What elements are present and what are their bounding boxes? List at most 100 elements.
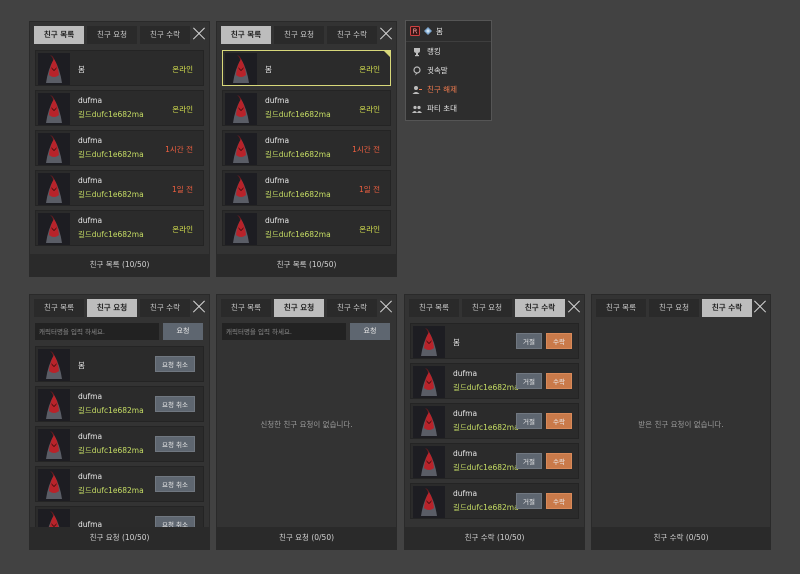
- tab-friend-list[interactable]: 친구 목록: [34, 26, 84, 44]
- friend-row[interactable]: dufma 길드dufc1e682ma 1일 전: [35, 170, 204, 206]
- menu-item-whisper[interactable]: 귓속말: [406, 61, 491, 80]
- friend-name: dufma: [78, 392, 103, 401]
- tab-friend-list[interactable]: 친구 목록: [221, 299, 271, 317]
- cancel-request-button[interactable]: 요청 취소: [155, 356, 195, 372]
- menu-item-ranking[interactable]: 랭킹: [406, 42, 491, 61]
- friend-name: 봄: [78, 361, 85, 370]
- reject-button[interactable]: 거절: [516, 493, 542, 509]
- friend-row[interactable]: dufma 길드dufc1e682ma 거절 수락: [410, 403, 579, 439]
- tab-friend-list[interactable]: 친구 목록: [596, 299, 646, 317]
- close-icon[interactable]: [192, 300, 206, 314]
- friend-row[interactable]: dufma 길드dufc1e682ma 온라인: [222, 90, 391, 126]
- accept-button[interactable]: 수락: [546, 413, 572, 429]
- close-icon[interactable]: [379, 300, 393, 314]
- menu-item-label: 귓속말: [427, 66, 448, 75]
- close-icon[interactable]: [567, 300, 581, 314]
- friend-row[interactable]: dufma 길드dufc1e682ma 1시간 전: [35, 130, 204, 166]
- character-name-input[interactable]: [222, 323, 346, 340]
- accept-button[interactable]: 수락: [546, 373, 572, 389]
- friend-row[interactable]: dufma 길드dufc1e682ma 1일 전: [222, 170, 391, 206]
- tab-friend-accept[interactable]: 친구 수락: [702, 299, 752, 317]
- tab-bar: 친구 목록 친구 요청 친구 수락: [221, 299, 377, 317]
- cancel-request-button[interactable]: 요청 취소: [155, 476, 195, 492]
- friend-row[interactable]: dufma 길드dufc1e682ma 요청 취소: [35, 466, 204, 502]
- friend-request-panel-empty: 친구 목록 친구 요청 친구 수락 요청 신청한 친구 요청이 없습니다. 친구…: [216, 294, 397, 550]
- online-status: 온라인: [172, 105, 193, 114]
- svg-text:R: R: [413, 28, 418, 36]
- friend-row[interactable]: dufma 길드dufc1e682ma 요청 취소: [35, 386, 204, 422]
- avatar: [38, 349, 70, 381]
- friend-row[interactable]: 봄 거절 수락: [410, 323, 579, 359]
- empty-message: 신청한 친구 요청이 없습니다.: [260, 420, 353, 429]
- reject-button[interactable]: 거절: [516, 453, 542, 469]
- friend-row[interactable]: dufma 길드dufc1e682ma 거절 수락: [410, 443, 579, 479]
- friend-row[interactable]: dufma 길드dufc1e682ma 요청 취소: [35, 426, 204, 462]
- cancel-request-button[interactable]: 요청 취소: [155, 436, 195, 452]
- tab-friend-accept[interactable]: 친구 수락: [515, 299, 565, 317]
- friend-row[interactable]: dufma 길드dufc1e682ma 거절 수락: [410, 483, 579, 519]
- friend-row[interactable]: dufma 길드dufc1e682ma 거절 수락: [410, 363, 579, 399]
- avatar: [38, 173, 70, 205]
- request-button[interactable]: 요청: [163, 323, 203, 340]
- character-name-input[interactable]: [35, 323, 159, 340]
- accept-button[interactable]: 수락: [546, 493, 572, 509]
- online-status: 온라인: [359, 65, 380, 74]
- friend-name: dufma: [453, 369, 478, 378]
- tab-friend-request[interactable]: 친구 요청: [87, 26, 137, 44]
- avatar: [413, 446, 445, 478]
- avatar: [38, 53, 70, 85]
- rank-icon: [423, 26, 433, 36]
- whisper-icon: [412, 65, 422, 76]
- close-icon[interactable]: [753, 300, 767, 314]
- tab-friend-accept[interactable]: 친구 수락: [140, 299, 190, 317]
- tab-friend-accept[interactable]: 친구 수락: [327, 299, 377, 317]
- tab-friend-request[interactable]: 친구 요청: [462, 299, 512, 317]
- avatar: [225, 133, 257, 165]
- reject-button[interactable]: 거절: [516, 333, 542, 349]
- friend-row[interactable]: 봄 요청 취소: [35, 346, 204, 382]
- friend-row[interactable]: dufma 길드dufc1e682ma 온라인: [35, 90, 204, 126]
- tab-friend-list[interactable]: 친구 목록: [221, 26, 271, 44]
- tab-friend-request[interactable]: 친구 요청: [274, 26, 324, 44]
- footer-count: 친구 수락 (0/50): [592, 527, 770, 549]
- cancel-request-button[interactable]: 요청 취소: [155, 396, 195, 412]
- tab-friend-accept[interactable]: 친구 수락: [327, 26, 377, 44]
- tab-friend-request[interactable]: 친구 요청: [649, 299, 699, 317]
- avatar: [225, 53, 257, 85]
- friend-row[interactable]: dufma 길드dufc1e682ma 온라인: [222, 210, 391, 246]
- menu-item-party-invite[interactable]: 파티 초대: [406, 99, 491, 118]
- guild-name: 길드dufc1e682ma: [453, 463, 519, 472]
- menu-item-remove-friend[interactable]: 친구 해제: [406, 80, 491, 99]
- guild-name: 길드dufc1e682ma: [78, 446, 144, 455]
- tab-friend-request[interactable]: 친구 요청: [87, 299, 137, 317]
- friend-row[interactable]: dufma 길드dufc1e682ma 온라인: [35, 210, 204, 246]
- reject-button[interactable]: 거절: [516, 413, 542, 429]
- online-status: 1시간 전: [352, 145, 380, 154]
- friend-row[interactable]: 봄 온라인: [35, 50, 204, 86]
- menu-item-label: 친구 해제: [427, 85, 457, 94]
- friend-request-panel: 친구 목록 친구 요청 친구 수락 요청 봄요청 취소dufma길드dufc1e…: [29, 294, 210, 550]
- friend-name: dufma: [265, 216, 290, 225]
- accept-button[interactable]: 수락: [546, 333, 572, 349]
- tab-friend-list[interactable]: 친구 목록: [409, 299, 459, 317]
- friend-row[interactable]: dufma 길드dufc1e682ma 1시간 전: [222, 130, 391, 166]
- accept-button[interactable]: 수락: [546, 453, 572, 469]
- friend-row[interactable]: 봄 온라인: [222, 50, 391, 86]
- guild-name: 길드dufc1e682ma: [265, 230, 331, 239]
- friend-list-panel-selected: 친구 목록 친구 요청 친구 수락 봄 온라인 dufma 길드dufc1e682ma…: [216, 21, 397, 277]
- request-button[interactable]: 요청: [350, 323, 390, 340]
- tab-bar: 친구 목록 친구 요청 친구 수락: [221, 26, 377, 44]
- friend-accept-panel: 친구 목록 친구 요청 친구 수락 봄 거절 수락 dufma 길드dufc1e682m…: [404, 294, 585, 550]
- close-icon[interactable]: [379, 27, 393, 41]
- tab-friend-list[interactable]: 친구 목록: [34, 299, 84, 317]
- avatar: [413, 366, 445, 398]
- friend-name: 봄: [265, 65, 272, 74]
- friend-name: dufma: [78, 176, 103, 185]
- tab-bar: 친구 목록 친구 요청 친구 수락: [34, 26, 190, 44]
- tab-friend-request[interactable]: 친구 요청: [274, 299, 324, 317]
- guild-name: 길드dufc1e682ma: [453, 383, 519, 392]
- friend-list-panel: 친구 목록 친구 요청 친구 수락 봄 온라인 dufma 길드dufc1e682ma…: [29, 21, 210, 277]
- tab-friend-accept[interactable]: 친구 수락: [140, 26, 190, 44]
- close-icon[interactable]: [192, 27, 206, 41]
- reject-button[interactable]: 거절: [516, 373, 542, 389]
